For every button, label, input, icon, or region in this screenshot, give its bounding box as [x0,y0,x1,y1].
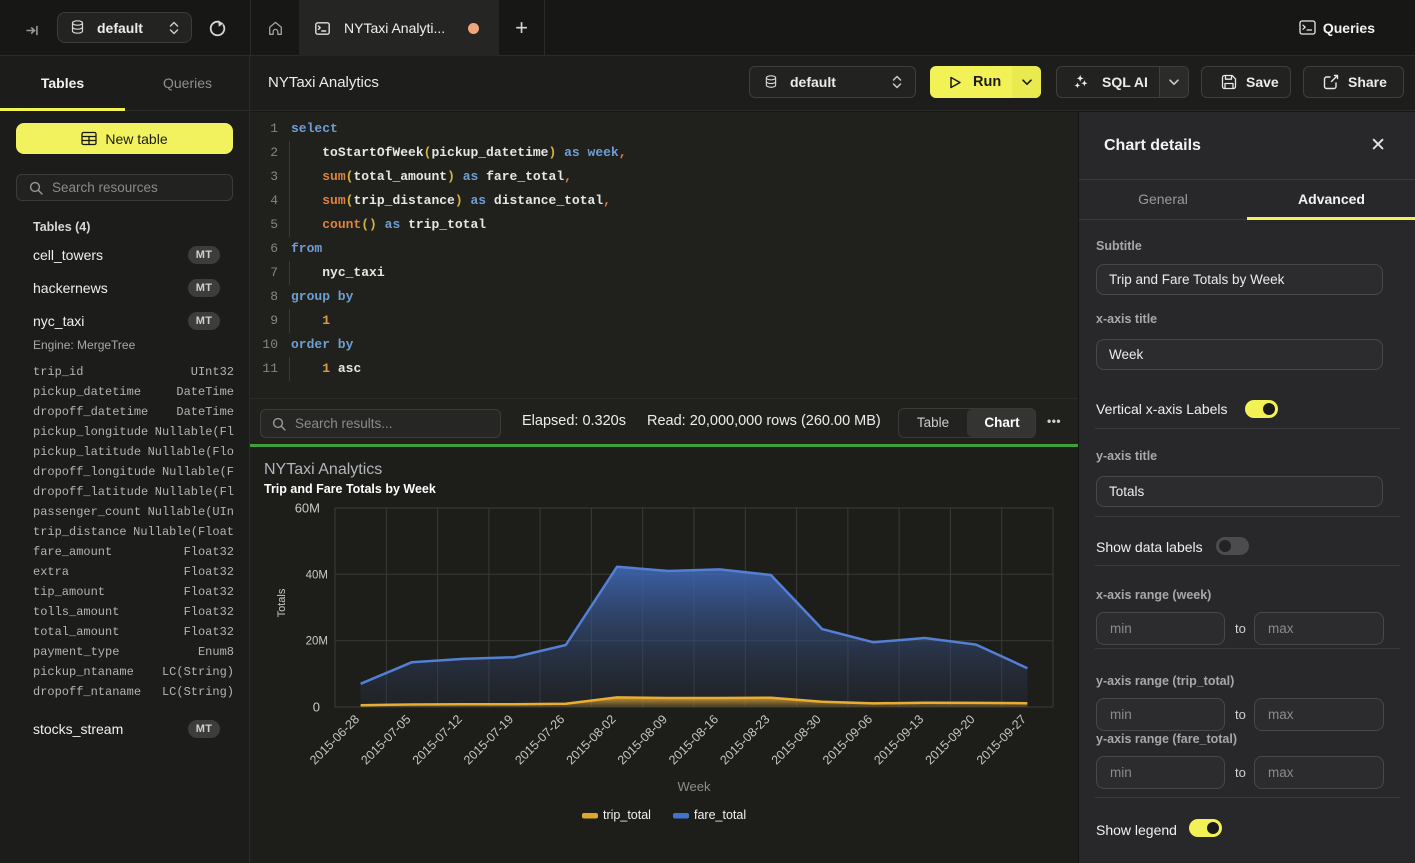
svg-text:2015-09-20: 2015-09-20 [923,712,978,767]
svg-text:2015-07-26: 2015-07-26 [512,712,567,767]
svg-text:fare_total: fare_total [694,808,746,822]
svg-text:NYTaxi Analytics: NYTaxi Analytics [264,461,382,478]
svg-text:2015-08-16: 2015-08-16 [666,712,721,767]
svg-text:2015-07-05: 2015-07-05 [358,712,413,767]
svg-text:Trip and Fare Totals by Week: Trip and Fare Totals by Week [264,482,436,496]
svg-text:Week: Week [678,779,711,794]
svg-text:2015-08-09: 2015-08-09 [615,712,670,767]
svg-text:2015-07-19: 2015-07-19 [461,712,516,767]
svg-text:2015-08-02: 2015-08-02 [564,712,619,767]
svg-text:2015-09-13: 2015-09-13 [871,712,926,767]
svg-text:40M: 40M [306,569,328,581]
svg-text:2015-09-27: 2015-09-27 [974,712,1029,767]
svg-text:2015-08-30: 2015-08-30 [769,712,824,767]
svg-text:2015-07-12: 2015-07-12 [410,712,465,767]
svg-text:trip_total: trip_total [603,808,651,822]
svg-text:Totals: Totals [276,588,288,617]
svg-text:2015-09-06: 2015-09-06 [820,712,875,767]
svg-text:2015-08-23: 2015-08-23 [717,712,772,767]
svg-text:60M: 60M [295,501,320,516]
svg-text:2015-06-28: 2015-06-28 [307,712,362,767]
svg-text:0: 0 [313,700,320,715]
svg-text:20M: 20M [306,636,328,648]
